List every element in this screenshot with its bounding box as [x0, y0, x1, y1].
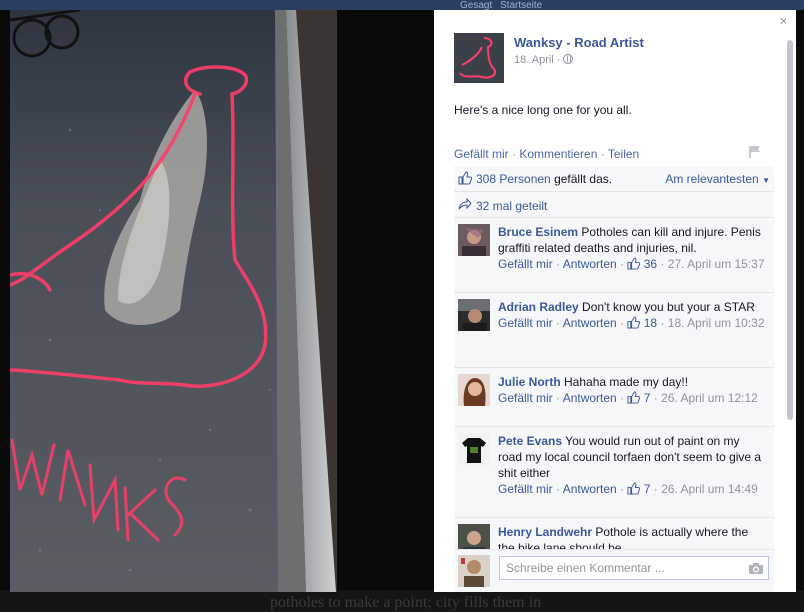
post-side-panel: × Wanksy - Road Artist 18. April · Here'…: [434, 10, 796, 592]
comment-item: Pete Evans You would run out of paint on…: [454, 427, 774, 518]
avatar[interactable]: [458, 299, 490, 331]
avatar-image: [458, 555, 490, 587]
background-article-text: potholes to make a point; city fills the…: [270, 594, 542, 611]
thumbs-up-icon: [627, 482, 641, 495]
comment-button[interactable]: Kommentieren: [519, 147, 597, 161]
comment-meta: Gefällt mir · Antworten · 7 · 26. April …: [498, 482, 758, 496]
likes-suffix: gefällt das.: [550, 172, 613, 186]
post-message: Here's a nice long one for you all.: [454, 103, 632, 117]
comment-text: Hahaha made my day!!: [564, 375, 689, 389]
comment-like-button[interactable]: Gefällt mir: [498, 316, 553, 330]
avatar-image: [458, 299, 490, 331]
comment-like-button[interactable]: Gefällt mir: [498, 391, 553, 405]
thumbs-up-icon: [458, 171, 472, 185]
flag-icon[interactable]: [748, 145, 762, 159]
post-date-text: 18. April ·: [514, 54, 561, 66]
comment-likes-count: 7: [643, 482, 651, 496]
comment-input[interactable]: Schreibe einen Kommentar ...: [499, 556, 769, 580]
chevron-down-icon: ▼: [762, 176, 770, 185]
avatar-image: [458, 433, 490, 465]
page-avatar[interactable]: [454, 33, 504, 83]
comment-likes[interactable]: 7: [627, 391, 650, 405]
comment-item: Bruce Esinem Potholes can kill and injur…: [454, 218, 774, 293]
post-author-name[interactable]: Wanksy - Road Artist: [514, 35, 644, 50]
comment-meta: Gefällt mir · Antworten · 7 · 26. April …: [498, 391, 758, 405]
background-article-strip: potholes to make a point; city fills the…: [0, 590, 804, 612]
comment-likes-count: 7: [643, 391, 651, 405]
comment-reply-button[interactable]: Antworten: [563, 482, 617, 496]
comment-meta: Gefällt mir · Antworten · 18 · 18. April…: [498, 316, 765, 330]
sort-label: Am relevantesten: [665, 172, 759, 186]
comment-author[interactable]: Bruce Esinem: [498, 225, 578, 239]
avatar[interactable]: [458, 433, 490, 465]
comment-likes[interactable]: 18: [627, 316, 657, 330]
comment-reply-button[interactable]: Antworten: [563, 391, 617, 405]
post-date[interactable]: 18. April ·: [514, 54, 574, 66]
scrollbar-thumb[interactable]: [787, 40, 793, 420]
globe-icon: [563, 54, 574, 64]
post-actions: Gefällt mir · Kommentieren · Teilen: [454, 147, 639, 161]
comment-author[interactable]: Henry Landwehr: [498, 525, 592, 539]
comment-time[interactable]: 26. April um 14:49: [661, 482, 758, 496]
avatar-image: [458, 374, 490, 406]
shares-count-link[interactable]: 32 mal geteilt: [476, 199, 547, 213]
comment-text: Don't know you but your a STAR: [582, 300, 755, 314]
comment-reply-button[interactable]: Antworten: [563, 257, 617, 271]
post-stats: 308 Personen gefällt das. Am relevantest…: [454, 166, 774, 218]
avatar[interactable]: [458, 374, 490, 406]
comment-sort-dropdown[interactable]: Am relevantesten ▼: [665, 172, 770, 186]
comment-time[interactable]: 18. April um 10:32: [668, 316, 765, 330]
share-arrow-icon: [458, 197, 472, 210]
comment-item: Adrian Radley Don't know you but your a …: [454, 293, 774, 368]
comment-reply-button[interactable]: Antworten: [563, 316, 617, 330]
thumbs-up-icon: [627, 316, 641, 329]
comment-like-button[interactable]: Gefällt mir: [498, 482, 553, 496]
separator: ·: [597, 147, 608, 161]
comment-author[interactable]: Pete Evans: [498, 434, 562, 448]
comment-author[interactable]: Adrian Radley: [498, 300, 579, 314]
comment-item: Julie North Hahaha made my day!! Gefällt…: [454, 368, 774, 427]
comment-likes[interactable]: 7: [627, 482, 650, 496]
comment-likes-count: 36: [643, 257, 658, 271]
comment-like-button[interactable]: Gefällt mir: [498, 257, 553, 271]
share-button[interactable]: Teilen: [608, 147, 639, 161]
comment-likes-count: 18: [643, 316, 658, 330]
avatar-image: [458, 224, 490, 256]
avatar[interactable]: [458, 224, 490, 256]
post-photo[interactable]: [10, 10, 337, 592]
comment-time[interactable]: 27. April um 15:37: [668, 257, 765, 271]
comment-likes[interactable]: 36: [627, 257, 657, 271]
likes-summary: 308 Personen gefällt das.: [476, 172, 612, 186]
thumbs-up-icon: [627, 257, 641, 270]
avatar: [458, 555, 490, 587]
likes-count-link[interactable]: 308 Personen: [476, 172, 551, 186]
comment-composer: Schreibe einen Kommentar ...: [454, 549, 774, 592]
comment-meta: Gefällt mir · Antworten · 36 · 27. April…: [498, 257, 765, 271]
like-button[interactable]: Gefällt mir: [454, 147, 509, 161]
page-avatar-image: [454, 33, 504, 83]
post-header: Wanksy - Road Artist 18. April ·: [454, 33, 774, 85]
comment-time[interactable]: 26. April um 12:12: [661, 391, 758, 405]
thumbs-up-icon: [627, 391, 641, 404]
road-photo-image: [10, 10, 337, 592]
likes-row: 308 Personen gefällt das. Am relevantest…: [454, 166, 774, 192]
comments-list: Bruce Esinem Potholes can kill and injur…: [454, 218, 774, 558]
camera-icon[interactable]: [748, 562, 764, 575]
shares-row: 32 mal geteilt: [454, 192, 774, 218]
separator: ·: [508, 147, 520, 161]
background-header: Gesagt Startseite: [0, 0, 804, 11]
panel-scrollbar[interactable]: [786, 10, 794, 592]
comment-author[interactable]: Julie North: [498, 375, 561, 389]
